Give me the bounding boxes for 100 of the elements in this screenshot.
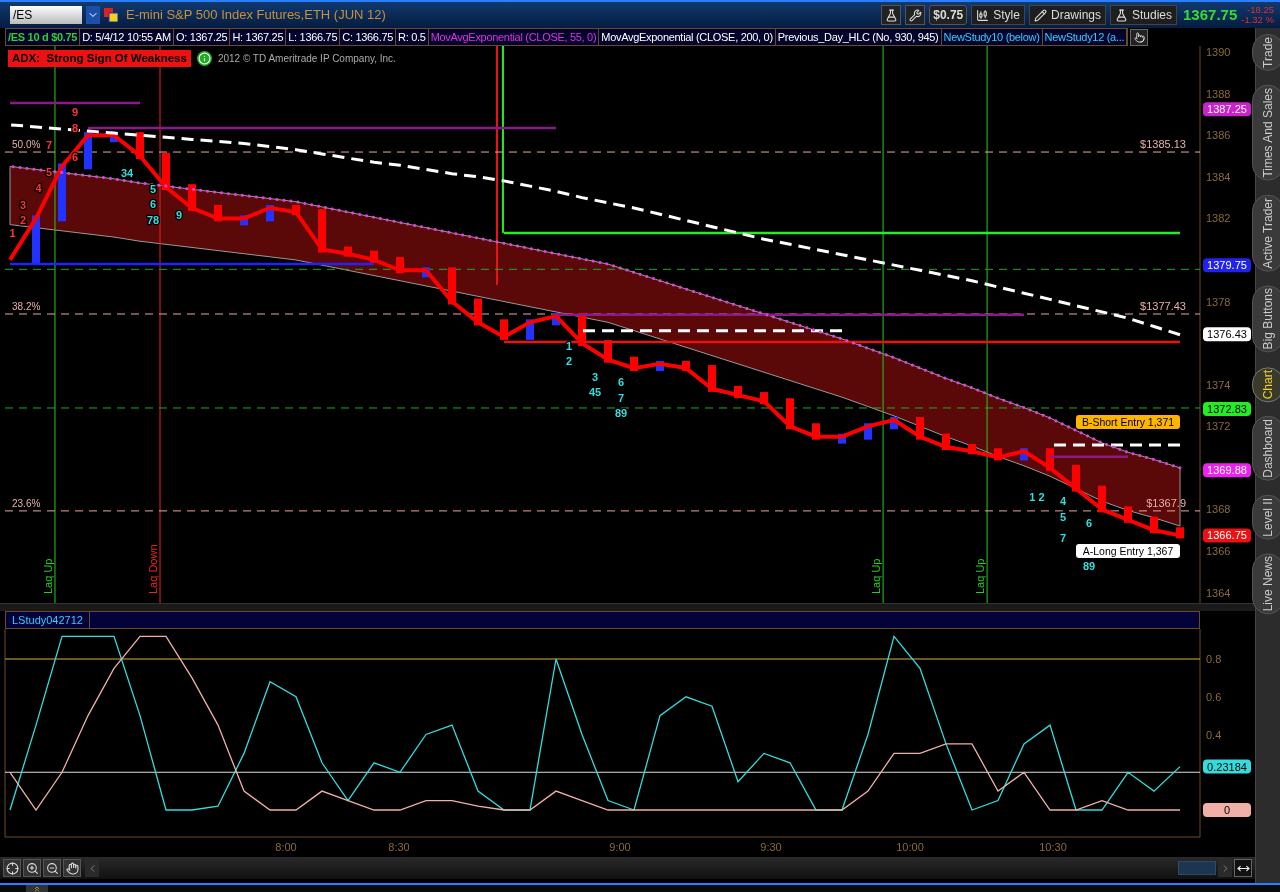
side-tab[interactable]: Dashboard (1252, 415, 1280, 481)
link-icon[interactable] (104, 8, 118, 22)
candle (1124, 506, 1132, 523)
count-label: 45 (588, 385, 602, 398)
count-label: 89 (614, 406, 628, 419)
time-label: 8:30 (388, 841, 410, 853)
candle (136, 132, 144, 159)
scrollbar[interactable] (1178, 861, 1216, 875)
crosshair-button[interactable] (3, 859, 21, 877)
price-tag: 1366.75 (1203, 528, 1251, 543)
info-icon[interactable] (196, 51, 212, 66)
axis-label: 1384 (1206, 170, 1231, 183)
zoom-in-icon (25, 861, 39, 875)
candle (552, 313, 560, 326)
count-label: 7 (1059, 531, 1067, 544)
candle (734, 385, 742, 399)
candle (370, 250, 378, 263)
count-label: 34 (120, 167, 134, 180)
zoom-in-button[interactable] (23, 859, 41, 877)
marker-label: Laq Down (147, 544, 159, 594)
candle (994, 448, 1002, 461)
candle (1046, 448, 1054, 471)
info-field: R: 0.5 (396, 29, 429, 45)
price-tag: 1372.83 (1203, 402, 1251, 416)
symbol-field[interactable]: /ES (10, 6, 82, 24)
toolbar-button[interactable]: Studies (1110, 5, 1177, 25)
zoom-out-icon (45, 861, 59, 875)
axis-label: 1386 (1206, 129, 1231, 142)
alert-badge: ADX: Strong Sign Of Weakness (8, 50, 191, 67)
hand-icon (65, 861, 79, 875)
flask-icon (1115, 8, 1128, 22)
toolbar-button[interactable]: Style (971, 5, 1025, 25)
info-field: D: 5/4/12 10:55 AM (80, 29, 174, 45)
time-label: 9:00 (609, 841, 631, 853)
candle (214, 204, 222, 222)
candle (578, 313, 586, 347)
count-label: 6 (149, 198, 157, 210)
axis-label: 1388 (1206, 87, 1231, 100)
axis-label: 0.4 (1206, 728, 1222, 741)
candle (1150, 516, 1158, 534)
level-label: $1377.43 (1140, 300, 1186, 312)
pointer-icon (1133, 31, 1145, 43)
candle (630, 356, 638, 372)
time-label: 10:30 (1039, 841, 1067, 853)
count-label: 9 (175, 209, 183, 222)
candle (838, 433, 846, 444)
fibonacci-label: 38.2% (12, 301, 41, 312)
side-tab[interactable]: Chart (1252, 366, 1280, 402)
price-tag: 1369.88 (1203, 463, 1251, 478)
level-label: $1367.9 (1146, 496, 1186, 509)
instrument-title: E-mini S&P 500 Index Futures,ETH (JUN 12) (126, 6, 386, 25)
cursor-button[interactable] (1130, 28, 1149, 46)
side-tab[interactable]: Trade (1252, 34, 1280, 71)
side-tab[interactable]: Times And Sales (1252, 84, 1280, 181)
info-field: H: 1367.25 (230, 29, 287, 45)
candle (526, 319, 534, 340)
pencil-icon (1033, 8, 1047, 22)
count-label: 2 (19, 214, 27, 226)
expand-button[interactable] (1234, 859, 1252, 877)
candle (864, 423, 872, 440)
count-label: 7 (45, 138, 53, 151)
candle (266, 204, 274, 222)
flask-button[interactable] (881, 5, 902, 25)
side-tab[interactable]: Live News (1252, 553, 1280, 615)
side-tab[interactable]: Active Trader (1252, 194, 1280, 272)
last-price: 1367.75 (1183, 4, 1238, 25)
candle (448, 267, 456, 305)
side-tab[interactable]: Big Buttons (1252, 285, 1280, 353)
copyright-text: 2012 © TD Ameritrade IP Company, Inc. (217, 52, 396, 66)
price-button[interactable]: $0.75 (929, 5, 968, 25)
price-change: -18.25 (1247, 5, 1274, 15)
info-field: C: 1366.75 (340, 29, 397, 45)
count-label: 2 (565, 355, 573, 367)
count-label: 89 (1082, 559, 1096, 572)
axis-label: 1372 (1206, 420, 1231, 433)
order-label: A-Long Entry 1,367 (1076, 544, 1180, 558)
settings-button[interactable] (905, 5, 926, 25)
hand-button[interactable] (63, 859, 81, 877)
side-tab[interactable]: Level II (1252, 494, 1280, 540)
candle (656, 360, 664, 372)
info-field: O: 1367.25 (173, 29, 231, 45)
candle (84, 132, 92, 170)
count-label: 6 (71, 151, 79, 164)
candlestick-icon (976, 8, 990, 22)
toolbar-button[interactable]: Drawings (1028, 5, 1106, 25)
count-label: 5 (1059, 510, 1067, 523)
candle (812, 423, 820, 440)
price-tag: 0.23184 (1203, 759, 1251, 774)
fibonacci-label: 23.6% (12, 497, 41, 509)
crosshair-icon (5, 861, 19, 875)
candle (604, 340, 612, 363)
zoom-out-button[interactable] (43, 859, 61, 877)
marker-label: Laq Up (974, 558, 987, 594)
candle (786, 398, 794, 430)
axis-label: 1378 (1206, 295, 1231, 308)
candle (344, 246, 352, 257)
collapse-tab[interactable] (26, 885, 48, 892)
info-field: MovAvgExponential (CLOSE, 55, 0) (428, 29, 600, 45)
candle (682, 360, 690, 372)
count-label: 7 (617, 391, 625, 404)
